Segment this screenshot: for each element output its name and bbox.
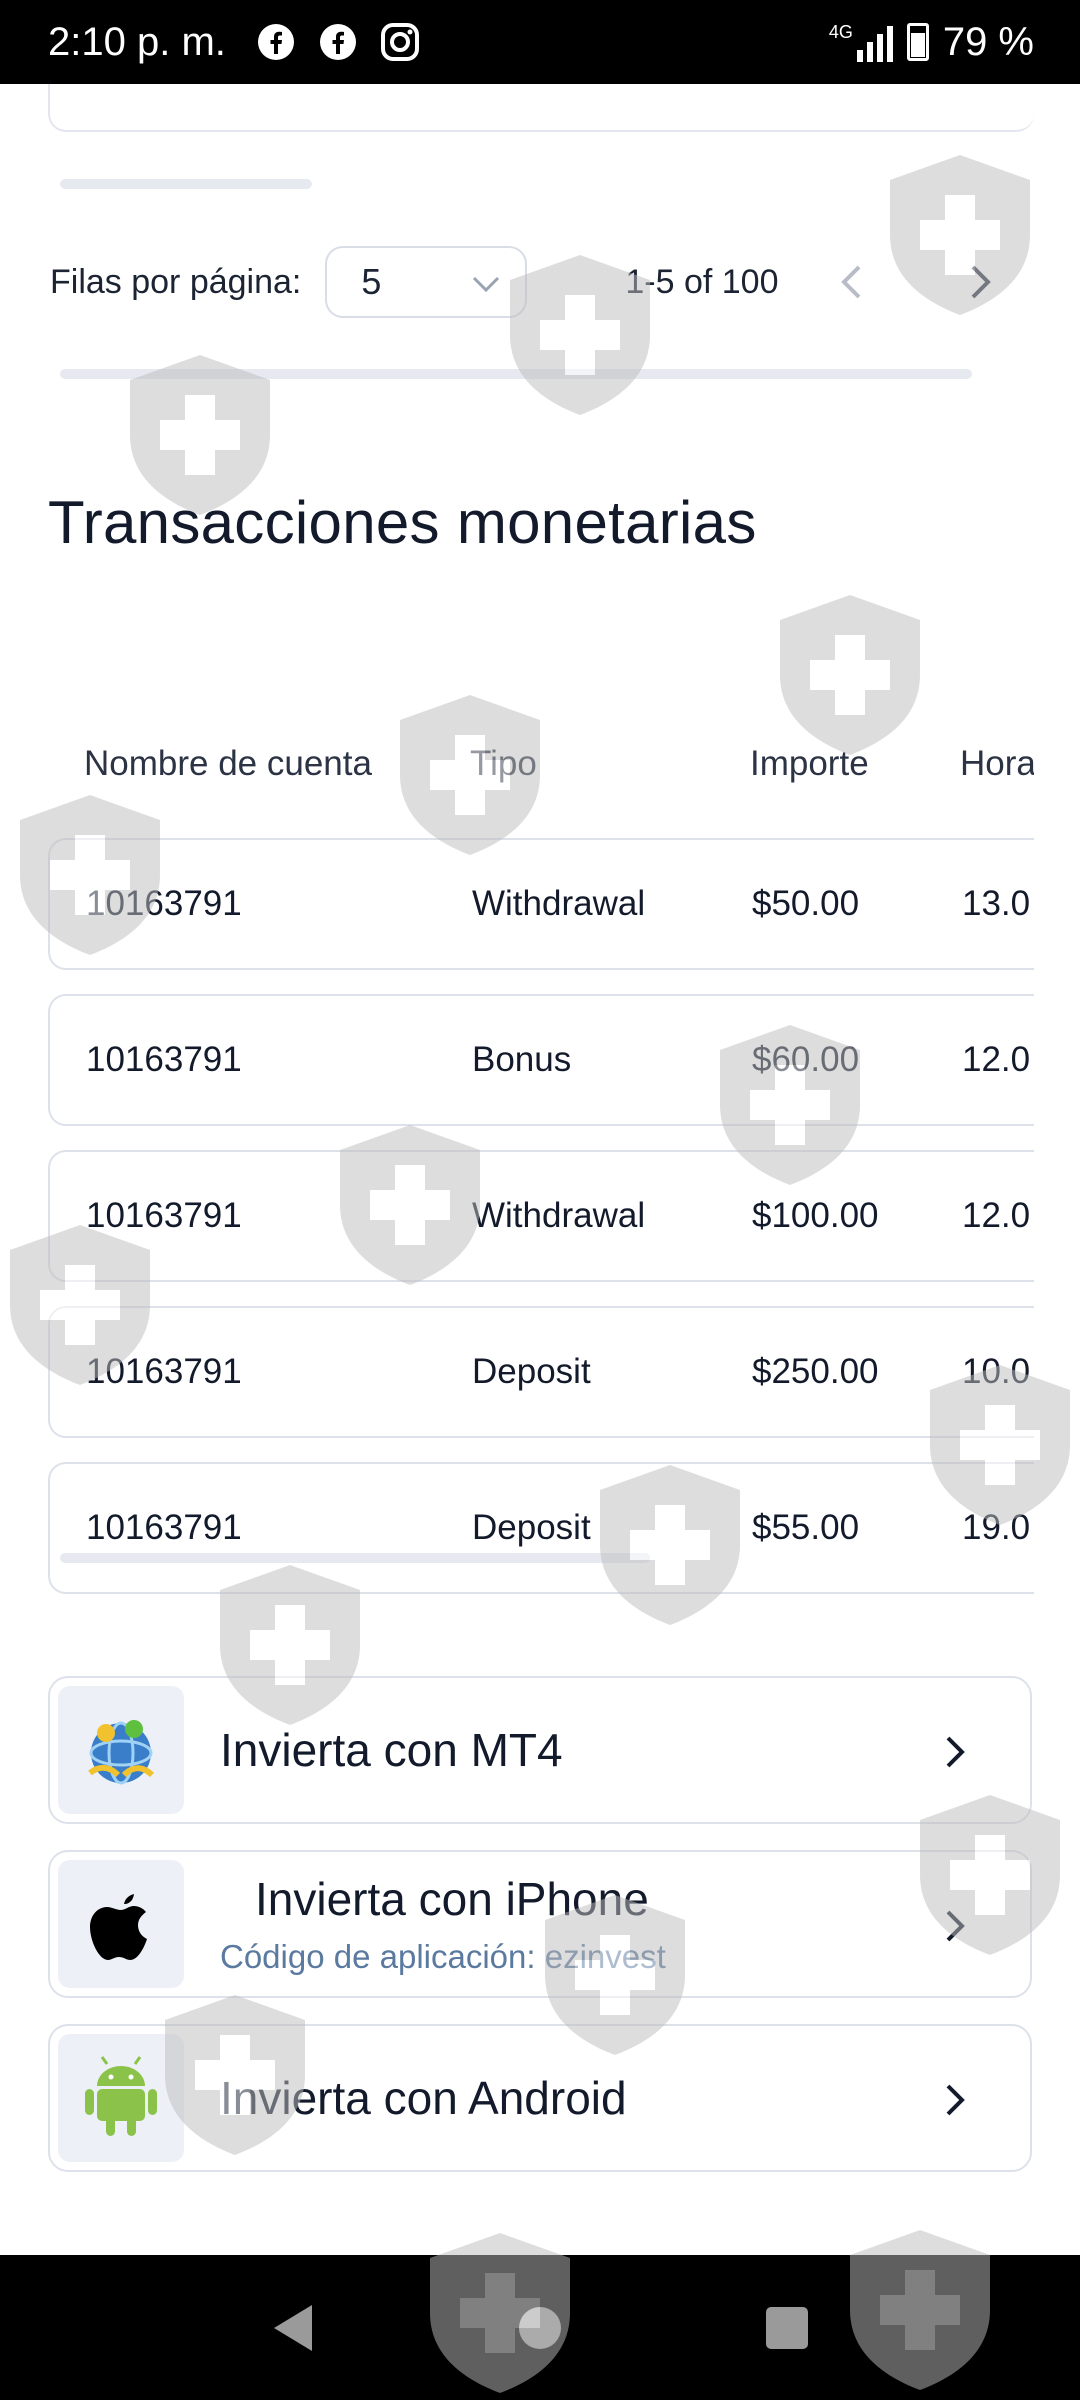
rows-per-page-value: 5 — [361, 261, 382, 302]
cell-account: 10163791 — [86, 1508, 242, 1547]
pagination-range: 1-5 of 100 — [625, 262, 779, 301]
previous-card — [48, 84, 1034, 132]
instagram-icon — [380, 22, 420, 62]
cell-type: Deposit — [472, 1352, 591, 1391]
next-page-button[interactable] — [961, 262, 1001, 302]
status-time: 2:10 p. m. — [48, 19, 226, 64]
cell-account: 10163791 — [86, 1196, 242, 1235]
table-row[interactable]: 10163791 Withdrawal $100.00 12.0 — [48, 1150, 1034, 1282]
cell-amount: $100.00 — [752, 1196, 879, 1235]
cell-amount: $50.00 — [752, 884, 860, 923]
invest-mt4-title: Invierta con MT4 — [220, 1724, 563, 1776]
transactions-table: Nombre de cuenta Tipo Importe Hora 10163… — [48, 724, 1034, 1604]
header-account-name[interactable]: Nombre de cuenta — [84, 744, 372, 784]
cell-type: Withdrawal — [472, 884, 646, 923]
invest-android-link[interactable]: Invierta con Android — [48, 2024, 1032, 2172]
signal-icon: 4G — [829, 22, 893, 62]
cell-time: 12.0 — [962, 1040, 1031, 1079]
back-icon[interactable] — [263, 2298, 323, 2358]
section-title: Transacciones monetarias — [48, 489, 757, 556]
header-time[interactable]: Hora — [960, 744, 1034, 784]
chevron-right-icon — [938, 2080, 974, 2120]
mt4-icon — [58, 1686, 184, 1814]
status-left: 2:10 p. m. — [48, 20, 420, 65]
cell-time: 19.0 — [962, 1508, 1031, 1547]
previous-page-button[interactable] — [831, 262, 871, 302]
cell-time: 13.0 — [962, 884, 1031, 923]
apple-icon — [58, 1860, 184, 1988]
network-type: 4G — [828, 22, 853, 42]
cell-time: 12.0 — [962, 1196, 1031, 1235]
cell-account: 10163791 — [86, 1352, 242, 1391]
rows-per-page-label: Filas por página: — [50, 262, 302, 301]
table-row[interactable]: 10163791 Withdrawal $50.00 13.0 — [48, 838, 1034, 970]
home-icon[interactable] — [510, 2298, 570, 2358]
cell-account: 10163791 — [86, 1040, 242, 1079]
battery-percent: 79 % — [942, 19, 1034, 64]
chevron-right-icon — [938, 1906, 974, 1946]
chevron-right-icon — [938, 1732, 974, 1772]
pagination: Filas por página: 5 1-5 of 100 — [50, 244, 1040, 320]
cell-amount: $55.00 — [752, 1508, 860, 1547]
android-icon — [58, 2034, 184, 2162]
cell-type: Bonus — [472, 1040, 572, 1079]
horizontal-scrollbar[interactable] — [60, 369, 972, 379]
table-row[interactable]: 10163791 Deposit $55.00 19.0 — [48, 1462, 1034, 1594]
navigation-bar — [0, 2255, 1080, 2400]
recents-icon[interactable] — [757, 2298, 817, 2358]
main-content: Filas por página: 5 1-5 of 100 Transacci… — [0, 84, 1080, 2255]
header-type[interactable]: Tipo — [470, 744, 537, 784]
horizontal-scrollbar[interactable] — [60, 179, 312, 189]
cell-amount: $250.00 — [752, 1352, 879, 1391]
cell-amount: $60.00 — [752, 1040, 860, 1079]
chevron-down-icon — [471, 261, 501, 303]
invest-android-title: Invierta con Android — [220, 2072, 627, 2124]
table-header: Nombre de cuenta Tipo Importe Hora — [48, 724, 1034, 814]
battery-icon — [906, 23, 929, 61]
invest-mt4-link[interactable]: Invierta con MT4 — [48, 1676, 1032, 1824]
invest-iphone-title: Invierta con iPhone — [255, 1873, 649, 1925]
status-right: 4G 79 % — [829, 20, 1034, 65]
rows-per-page-select[interactable]: 5 — [325, 246, 528, 318]
cell-type: Withdrawal — [472, 1196, 646, 1235]
facebook-icon — [318, 22, 358, 62]
cell-time: 10.0 — [962, 1352, 1031, 1391]
header-amount[interactable]: Importe — [750, 744, 869, 784]
cell-account: 10163791 — [86, 884, 242, 923]
table-row[interactable]: 10163791 Bonus $60.00 12.0 — [48, 994, 1034, 1126]
horizontal-scrollbar[interactable] — [60, 1553, 650, 1563]
invest-iphone-link[interactable]: Invierta con iPhone Código de aplicación… — [48, 1850, 1032, 1998]
invest-iphone-subtitle: Código de aplicación: ezinvest — [220, 1938, 666, 1975]
cell-type: Deposit — [472, 1508, 591, 1547]
facebook-icon — [256, 22, 296, 62]
status-bar: 2:10 p. m. 4G 79 % — [0, 0, 1080, 84]
table-row[interactable]: 10163791 Deposit $250.00 10.0 — [48, 1306, 1034, 1438]
